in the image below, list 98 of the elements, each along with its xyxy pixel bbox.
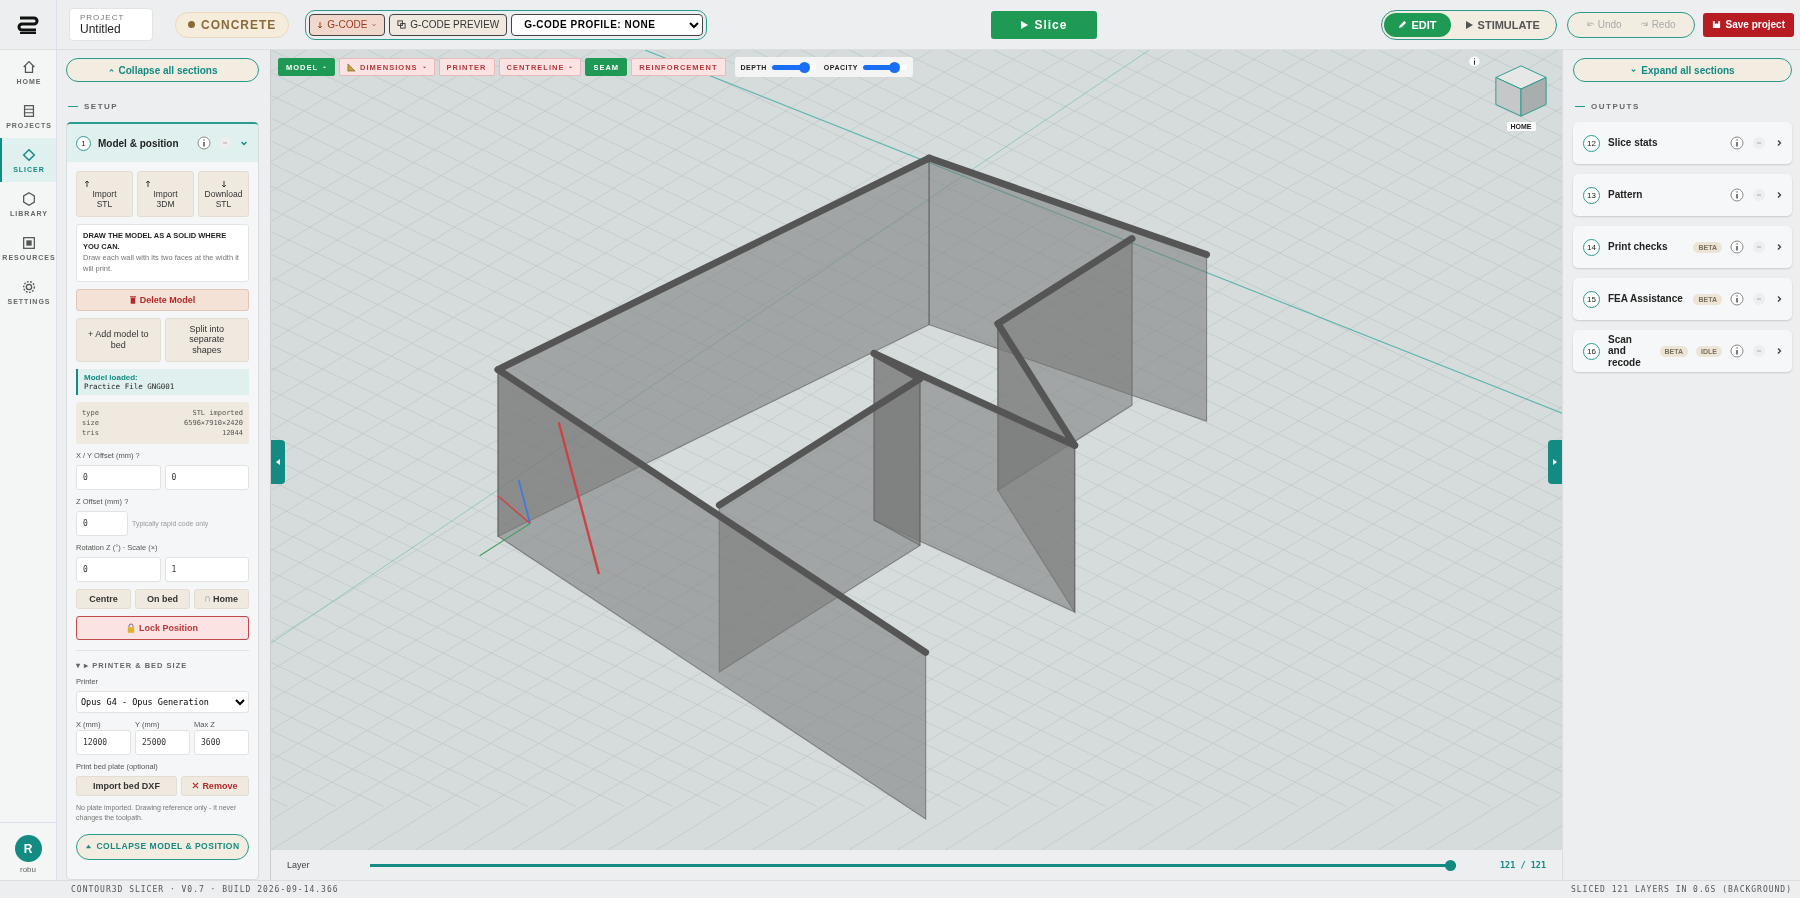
collapse-all-button[interactable]: Collapse all sections (66, 58, 259, 82)
user-avatar[interactable]: R (14, 835, 42, 862)
import-button[interactable]: Import 3DM (137, 171, 194, 217)
info-icon[interactable] (1469, 56, 1480, 67)
input-field[interactable]: 0 (164, 464, 249, 490)
input-field[interactable]: 0 (76, 556, 161, 582)
upload-arrow-icon (84, 179, 90, 188)
expand-all-button[interactable]: Expand all sections (1573, 58, 1792, 82)
step-number: 13 (1583, 186, 1600, 204)
ruler-icon (347, 62, 357, 72)
layer-reading: 121 / 121 (1499, 860, 1546, 870)
delete-model-button[interactable]: Delete Model (76, 288, 249, 311)
slice-status-text: SLICED 121 LAYERS IN 0.6S (BACKGROUND) (1570, 885, 1792, 894)
model-action-button[interactable]: + Add model to bed (76, 317, 161, 362)
step-number: 12 (1583, 134, 1600, 152)
section-title: Slice stats (1608, 137, 1659, 149)
input-field[interactable]: 0 (76, 510, 128, 536)
model-action-button[interactable]: Split into separate shapes (164, 317, 249, 362)
caret-icon (371, 21, 378, 28)
mode-tab[interactable]: STIMULATE (1450, 12, 1554, 37)
section-title[interactable]: Model & position (98, 137, 190, 149)
step-number: 1 (76, 135, 91, 151)
play-icon (1464, 20, 1473, 29)
view-cube-icon[interactable] (1492, 62, 1550, 120)
step-number: 16 (1583, 342, 1600, 360)
caret-icon (322, 64, 328, 70)
user-name: robu (20, 865, 36, 874)
undo-icon (1585, 21, 1595, 28)
settings-icon (21, 279, 37, 295)
input-field[interactable]: 0 (76, 464, 161, 490)
material-chip: CONCRETE (175, 11, 290, 38)
input-field[interactable]: 3600 (194, 729, 249, 755)
section-title: Scan and recode (1608, 333, 1642, 369)
input-field[interactable]: 12000 (76, 729, 131, 755)
layer-label: Layer (287, 860, 310, 870)
section-title: Print checks (1608, 241, 1669, 253)
position-button[interactable]: Centre (76, 588, 131, 609)
output-section-card[interactable]: 13 Pattern (1573, 174, 1792, 216)
hexagon-icon (21, 191, 37, 207)
layer-slider-thumb[interactable] (1444, 859, 1456, 871)
info-icon[interactable] (1730, 240, 1744, 254)
info-icon[interactable] (197, 136, 211, 150)
app-version-text: CONTOUR3D SLICER · V0.7 · BUILD 2026-09-14.366 (71, 885, 339, 894)
trash-icon (129, 295, 136, 304)
download-arrow-icon (317, 20, 324, 29)
section-heading: SETUP (84, 102, 119, 111)
collapse-right-panel-button[interactable] (1548, 440, 1562, 484)
caret-icon (568, 64, 574, 70)
step-number: 14 (1583, 238, 1600, 256)
position-button[interactable]: On bed (135, 588, 190, 609)
import-bed-button[interactable]: Import bed DXF (76, 775, 177, 796)
info-icon[interactable] (1730, 188, 1744, 202)
list-icon (21, 103, 37, 119)
gcode-button[interactable]: G-CODE (309, 13, 386, 36)
caret-icon (421, 64, 427, 70)
collapse-left-panel-button[interactable] (271, 440, 285, 484)
home-icon (21, 59, 37, 75)
lock-position-button[interactable]: Lock Position (76, 615, 249, 640)
axis-gizmo-icon (479, 479, 531, 557)
step-number: 15 (1583, 290, 1600, 308)
arch-icon (205, 595, 210, 602)
import-button[interactable]: Download STL (198, 171, 249, 217)
triangle-left-icon (274, 458, 282, 466)
chevron-down-icon (1630, 66, 1638, 74)
position-button[interactable]: Home (194, 588, 249, 609)
import-button[interactable]: Import STL (76, 171, 133, 217)
download-arrow-icon (220, 179, 227, 188)
save-project-button[interactable]: Save project (1702, 12, 1794, 37)
mode-tab[interactable]: EDIT (1383, 12, 1451, 37)
input-field[interactable]: 1 (164, 556, 249, 582)
chevron-up-icon (107, 66, 115, 74)
printer-dropdown[interactable]: Opus G4 - Opus Generation (76, 690, 249, 713)
info-icon[interactable] (1730, 136, 1744, 150)
section-title: Pattern (1608, 189, 1644, 201)
upload-arrow-icon (145, 179, 151, 188)
remove-button[interactable]: Remove (180, 775, 249, 796)
slice-button[interactable]: Slice (990, 10, 1097, 39)
input-field[interactable]: 25000 (135, 729, 190, 755)
square-icon (21, 235, 37, 251)
redo-icon (1639, 21, 1649, 28)
info-icon[interactable] (1730, 344, 1744, 358)
diamond-icon (21, 147, 37, 163)
slider-thumb[interactable] (798, 61, 810, 73)
copy-icon (397, 20, 407, 29)
triangle-up-icon (85, 843, 93, 851)
output-section-card[interactable]: 12 Slice stats (1573, 122, 1792, 164)
collapse-section-button[interactable]: COLLAPSE MODEL & POSITION (76, 833, 249, 860)
pencil-icon (1397, 20, 1407, 29)
triangle-right-icon (1551, 458, 1559, 466)
gcode-preview-button[interactable]: G-CODE PREVIEW (389, 13, 508, 36)
section-heading: OUTPUTS (1591, 102, 1640, 111)
play-icon (1020, 20, 1029, 29)
project-name-box[interactable]: PROJECT Untitled (69, 8, 153, 41)
info-icon[interactable] (1730, 292, 1744, 306)
gcode-profile-dropdown[interactable]: G-CODE PROFILE: NONE (511, 13, 704, 36)
section-title: FEA Assistance (1608, 293, 1684, 305)
slider-thumb[interactable] (888, 61, 900, 73)
close-icon (192, 782, 200, 789)
